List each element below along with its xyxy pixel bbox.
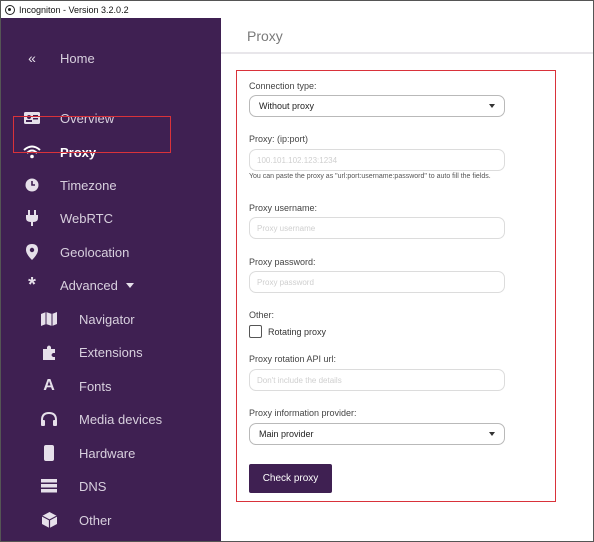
title-bar: Incogniton - Version 3.2.0.2	[1, 1, 593, 18]
sidebar-item-label: Hardware	[79, 445, 136, 461]
caret-down-icon	[126, 283, 134, 288]
proxy-username-label: Proxy username:	[249, 203, 318, 213]
clock-icon	[23, 176, 41, 194]
sidebar-item-label: Advanced	[60, 277, 118, 293]
info-provider-select[interactable]: Main provider	[249, 423, 505, 445]
connection-type-select[interactable]: Without proxy	[249, 95, 505, 117]
sidebar-item-other[interactable]: Other	[1, 505, 221, 535]
sidebar-item-geolocation[interactable]: Geolocation	[1, 237, 221, 267]
proxy-input[interactable]: 100.101.102.123:1234	[249, 149, 505, 171]
proxy-help-text: You can paste the proxy as "url:port:use…	[249, 173, 491, 180]
proxy-password-input[interactable]: Proxy password	[249, 271, 505, 293]
sidebar-item-dns[interactable]: DNS	[1, 471, 221, 501]
sidebar-item-label: Geolocation	[60, 244, 130, 260]
proxy-password-placeholder: Proxy password	[257, 277, 314, 287]
double-chevron-left-icon: «	[28, 50, 36, 66]
sidebar-item-hardware[interactable]: Hardware	[1, 438, 221, 468]
sidebar-item-label: Extensions	[79, 344, 143, 360]
headphones-icon	[40, 410, 58, 428]
sidebar-item-extensions[interactable]: Extensions	[1, 337, 221, 367]
proxy-username-input[interactable]: Proxy username	[249, 217, 505, 239]
sidebar-item-label: Navigator	[79, 311, 135, 327]
sidebar-item-label: WebRTC	[60, 210, 113, 226]
page-header: Proxy	[221, 18, 593, 54]
font-icon: A	[43, 377, 55, 394]
sidebar-item-webrtc[interactable]: WebRTC	[1, 203, 221, 233]
cube-icon	[40, 511, 58, 529]
sidebar-item-label: Fonts	[79, 378, 112, 394]
server-icon	[40, 477, 58, 495]
connection-type-label: Connection type:	[249, 81, 317, 91]
highlight-annotation	[13, 116, 171, 153]
sidebar-item-timezone[interactable]: Timezone	[1, 170, 221, 200]
rotating-proxy-checkbox[interactable]	[249, 325, 262, 338]
rotation-url-placeholder: Don't include the details	[257, 375, 342, 385]
rotation-url-input[interactable]: Don't include the details	[249, 369, 505, 391]
rotation-url-label: Proxy rotation API url:	[249, 354, 337, 364]
window-title: Incogniton - Version 3.2.0.2	[19, 4, 129, 15]
caret-down-icon	[489, 104, 495, 108]
connection-type-value: Without proxy	[259, 101, 315, 111]
rotating-proxy-label[interactable]: Rotating proxy	[268, 327, 326, 337]
phone-icon	[40, 444, 58, 462]
asterisk-icon: *	[28, 273, 36, 296]
sidebar-item-navigator[interactable]: Navigator	[1, 304, 221, 334]
map-icon	[40, 310, 58, 328]
proxy-password-label: Proxy password:	[249, 257, 316, 267]
page-title: Proxy	[247, 28, 283, 44]
proxy-placeholder: 100.101.102.123:1234	[257, 155, 338, 165]
proxy-username-placeholder: Proxy username	[257, 223, 316, 233]
sidebar-item-label: DNS	[79, 478, 107, 494]
sidebar-item-fonts[interactable]: A Fonts	[1, 371, 221, 401]
check-proxy-button[interactable]: Check proxy	[249, 464, 332, 493]
caret-down-icon	[489, 432, 495, 436]
sidebar-item-label: Timezone	[60, 177, 117, 193]
other-label: Other:	[249, 310, 275, 320]
proxy-settings-panel: Connection type: Without proxy Proxy: (i…	[236, 70, 556, 502]
sidebar-item-label: Media devices	[79, 411, 163, 427]
app-logo-icon	[5, 4, 15, 15]
map-pin-icon	[23, 243, 41, 261]
proxy-label: Proxy: (ip:port)	[249, 134, 309, 144]
sidebar-item-label: Home	[60, 50, 95, 66]
sidebar-item-label: Other	[79, 512, 112, 528]
info-provider-value: Main provider	[259, 429, 314, 439]
info-provider-label: Proxy information provider:	[249, 408, 357, 418]
puzzle-icon	[40, 343, 58, 361]
sidebar-item-advanced[interactable]: * Advanced	[1, 270, 221, 300]
sidebar-item-home[interactable]: « Home	[1, 43, 221, 73]
sidebar-item-media-devices[interactable]: Media devices	[1, 404, 221, 434]
sidebar: « Home Overview Proxy Timezone WebRTC Ge…	[1, 18, 221, 541]
plug-icon	[23, 209, 41, 227]
